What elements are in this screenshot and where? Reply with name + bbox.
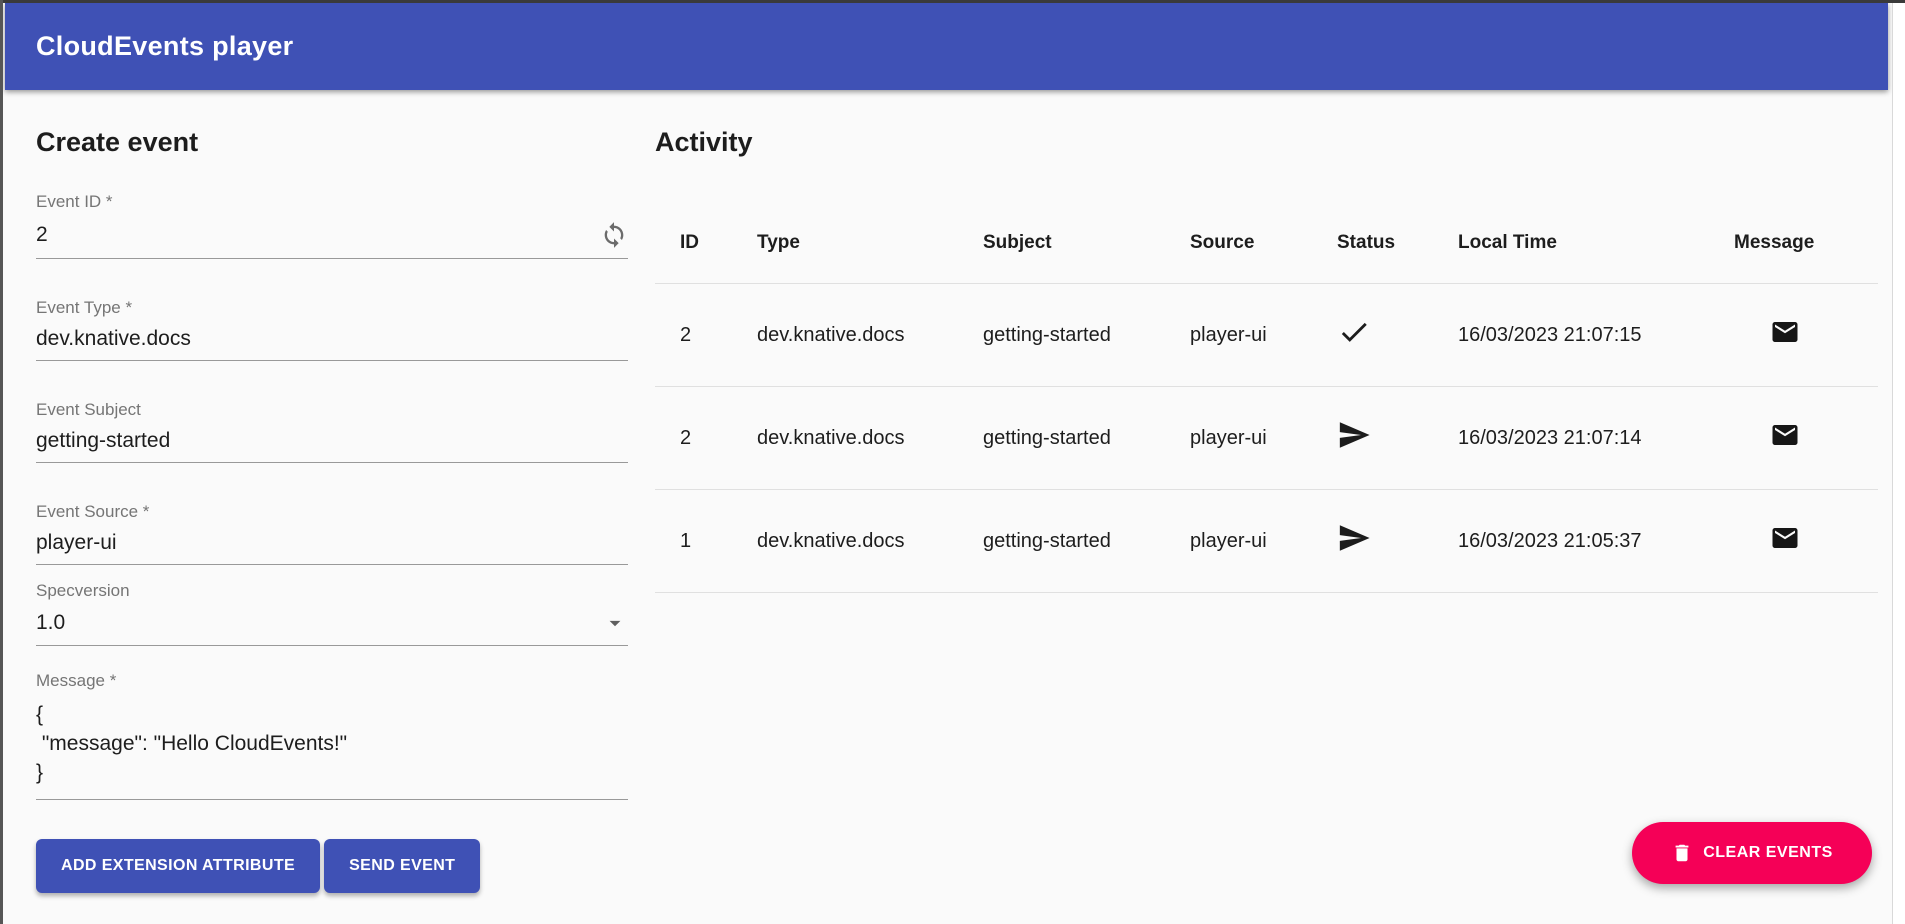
row-id: 2 (655, 427, 757, 450)
message-textarea[interactable]: { "message": "Hello CloudEvents!" } (36, 700, 628, 800)
table-row[interactable]: 2 dev.knative.docs getting-started playe… (655, 284, 1878, 387)
event-type-value: dev.knative.docs (36, 327, 191, 351)
event-id-label: Event ID * (36, 192, 628, 212)
send-event-button[interactable]: SEND EVENT (324, 839, 480, 893)
message-cell (1734, 317, 1878, 353)
column-header-subject: Subject (983, 232, 1190, 254)
specversion-field: Specversion 1.0 (36, 581, 628, 646)
column-header-id: ID (655, 232, 757, 254)
row-local-time: 16/03/2023 21:07:14 (1458, 427, 1734, 450)
row-subject: getting-started (983, 324, 1190, 347)
status-cell (1337, 521, 1458, 561)
app-bar: CloudEvents player (5, 3, 1888, 90)
column-header-message: Message (1734, 232, 1878, 254)
event-subject-input[interactable]: getting-started (36, 429, 628, 463)
event-id-input[interactable]: 2 (36, 221, 628, 259)
message-cell (1734, 523, 1878, 559)
mail-icon[interactable] (1770, 523, 1800, 553)
row-type: dev.knative.docs (757, 427, 983, 450)
clear-events-button[interactable]: CLEAR EVENTS (1632, 822, 1872, 884)
dropdown-arrow-icon[interactable] (602, 610, 628, 636)
main-content: Create event Event ID * 2 Event Type * d… (5, 90, 1888, 924)
row-subject: getting-started (983, 427, 1190, 450)
status-cell (1337, 418, 1458, 458)
message-cell (1734, 420, 1878, 456)
send-icon (1337, 521, 1371, 555)
row-source: player-ui (1190, 324, 1337, 347)
app-title: CloudEvents player (36, 31, 293, 62)
row-source: player-ui (1190, 427, 1337, 450)
table-row[interactable]: 1 dev.knative.docs getting-started playe… (655, 490, 1878, 593)
vertical-scrollbar[interactable] (1892, 0, 1905, 924)
event-subject-field: Event Subject getting-started (36, 400, 628, 463)
row-local-time: 16/03/2023 21:05:37 (1458, 530, 1734, 553)
row-local-time: 16/03/2023 21:07:15 (1458, 324, 1734, 347)
column-header-local-time: Local Time (1458, 232, 1734, 254)
add-extension-attribute-button[interactable]: ADD EXTENSION ATTRIBUTE (36, 839, 320, 893)
row-id: 2 (655, 324, 757, 347)
row-type: dev.knative.docs (757, 324, 983, 347)
create-event-heading: Create event (36, 126, 628, 158)
event-id-value: 2 (36, 223, 48, 247)
send-icon (1337, 418, 1371, 452)
specversion-select[interactable]: 1.0 (36, 610, 628, 646)
event-source-label: Event Source * (36, 502, 628, 522)
check-icon (1337, 315, 1371, 349)
mail-icon[interactable] (1770, 420, 1800, 450)
window-edge-left (0, 0, 3, 924)
table-row[interactable]: 2 dev.knative.docs getting-started playe… (655, 387, 1878, 490)
activity-table-header: ID Type Subject Source Status Local Time… (655, 192, 1878, 284)
column-header-type: Type (757, 232, 983, 254)
loop-icon[interactable] (600, 221, 628, 249)
event-id-field: Event ID * 2 (36, 192, 628, 259)
specversion-value: 1.0 (36, 611, 65, 635)
message-field: Message * { "message": "Hello CloudEvent… (36, 671, 628, 800)
event-type-input[interactable]: dev.knative.docs (36, 327, 628, 361)
row-subject: getting-started (983, 530, 1190, 553)
event-source-field: Event Source * player-ui (36, 502, 628, 565)
row-type: dev.knative.docs (757, 530, 983, 553)
form-actions: ADD EXTENSION ATTRIBUTE SEND EVENT (36, 839, 628, 893)
column-header-status: Status (1337, 232, 1458, 254)
create-event-panel: Create event Event ID * 2 Event Type * d… (36, 90, 628, 893)
mail-icon[interactable] (1770, 317, 1800, 347)
trash-icon (1671, 842, 1693, 864)
event-subject-value: getting-started (36, 429, 170, 453)
event-type-field: Event Type * dev.knative.docs (36, 298, 628, 361)
event-type-label: Event Type * (36, 298, 628, 318)
window-edge-top (0, 0, 1905, 3)
event-subject-label: Event Subject (36, 400, 628, 420)
row-id: 1 (655, 530, 757, 553)
event-source-input[interactable]: player-ui (36, 531, 628, 565)
status-cell (1337, 315, 1458, 355)
specversion-label: Specversion (36, 581, 628, 601)
row-source: player-ui (1190, 530, 1337, 553)
column-header-source: Source (1190, 232, 1337, 254)
event-source-value: player-ui (36, 531, 117, 555)
message-label: Message * (36, 671, 628, 691)
activity-panel: Activity ID Type Subject Source Status L… (655, 90, 1878, 593)
activity-heading: Activity (655, 126, 1878, 158)
clear-events-label: CLEAR EVENTS (1703, 844, 1833, 862)
